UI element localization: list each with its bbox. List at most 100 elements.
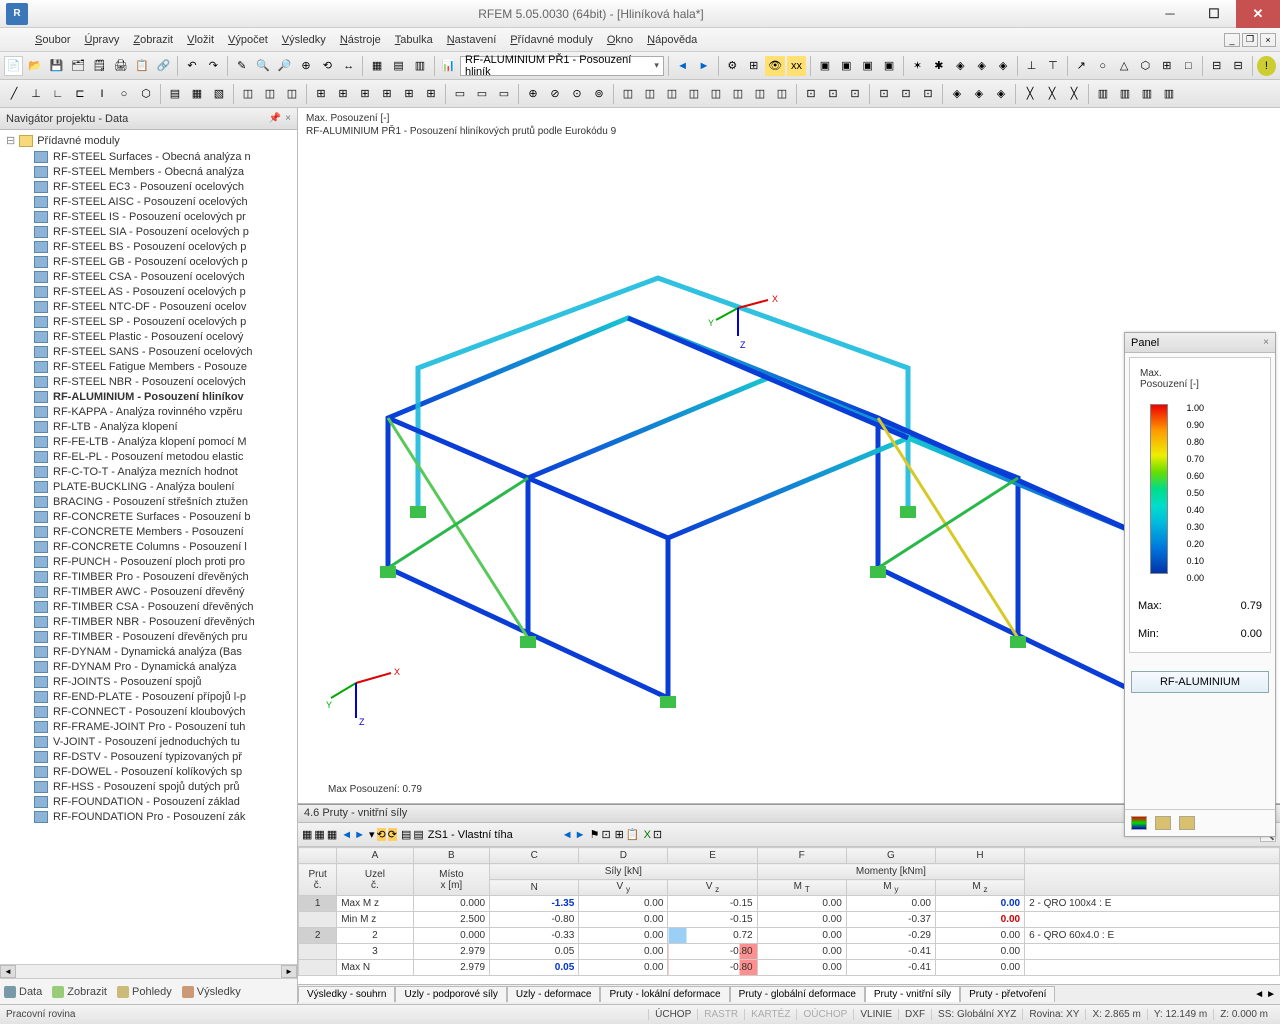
- module-item[interactable]: RF-FOUNDATION - Posouzení základ: [6, 794, 297, 809]
- module-item[interactable]: RF-PUNCH - Posouzení ploch proti pro: [6, 554, 297, 569]
- module-item[interactable]: RF-EL-PL - Posouzení metodou elastic: [6, 449, 297, 464]
- menu-vložit[interactable]: Vložit: [180, 31, 221, 49]
- nav-tab-vysledky[interactable]: Výsledky: [182, 986, 241, 998]
- module-item[interactable]: RF-CONCRETE Columns - Posouzení l: [6, 539, 297, 554]
- panel-icon[interactable]: [1155, 816, 1171, 830]
- tool-icon[interactable]: ⟲: [318, 56, 337, 76]
- prev-icon[interactable]: ◄: [673, 56, 692, 76]
- mdi-restore[interactable]: ❐: [1242, 33, 1258, 47]
- nav-tab-data[interactable]: Data: [4, 986, 42, 998]
- tool-icon[interactable]: ◫: [684, 84, 704, 104]
- tool-icon[interactable]: ⊡: [874, 84, 894, 104]
- tool-icon[interactable]: ⊟: [1228, 56, 1247, 76]
- tool-icon[interactable]: ⬡: [136, 84, 156, 104]
- loadcase-selector[interactable]: ZS1 - Vlastní tíha: [428, 829, 558, 841]
- tool-icon[interactable]: ▤: [389, 56, 408, 76]
- tool-icon[interactable]: ✶: [908, 56, 927, 76]
- module-item[interactable]: RF-TIMBER CSA - Posouzení dřevěných: [6, 599, 297, 614]
- status-toggle[interactable]: ÚCHOP: [648, 1009, 697, 1020]
- tool-icon[interactable]: ⊏: [70, 84, 90, 104]
- tool-icon[interactable]: ↔: [339, 56, 358, 76]
- module-item[interactable]: RF-STEEL NTC-DF - Posouzení ocelov: [6, 299, 297, 314]
- tool-icon[interactable]: ◫: [618, 84, 638, 104]
- menu-výsledky[interactable]: Výsledky: [275, 31, 333, 49]
- nav-close-icon[interactable]: ×: [285, 113, 291, 124]
- results-grid[interactable]: ABCDEFGHPrutč.Uzelč.Místox [m]Síly [kN]M…: [298, 847, 1280, 984]
- tool-icon[interactable]: ◫: [750, 84, 770, 104]
- module-item[interactable]: V-JOINT - Posouzení jednoduchých tu: [6, 734, 297, 749]
- tool-icon[interactable]: ∟: [48, 84, 68, 104]
- tool-icon[interactable]: ⊕: [523, 84, 543, 104]
- tool-icon[interactable]: xx: [787, 56, 806, 76]
- module-item[interactable]: RF-TIMBER NBR - Posouzení dřevěných: [6, 614, 297, 629]
- tool-icon[interactable]: ▣: [879, 56, 898, 76]
- module-item[interactable]: RF-CONCRETE Surfaces - Posouzení b: [6, 509, 297, 524]
- tool-icon[interactable]: ⊞: [1157, 56, 1176, 76]
- panel-icon[interactable]: [1131, 816, 1147, 830]
- tab-scroll-left[interactable]: ◄: [1254, 989, 1264, 1000]
- nav-h-scrollbar[interactable]: ◄►: [0, 964, 297, 978]
- tool-icon[interactable]: 📋: [132, 56, 151, 76]
- tool-icon[interactable]: ◫: [260, 84, 280, 104]
- tool-icon[interactable]: ▧: [209, 84, 229, 104]
- help-icon[interactable]: !: [1257, 56, 1276, 76]
- tool-icon[interactable]: ⊞: [355, 84, 375, 104]
- tool-icon[interactable]: ◈: [947, 84, 967, 104]
- tool-icon[interactable]: ⊞: [421, 84, 441, 104]
- module-item[interactable]: RF-STEEL SP - Posouzení ocelových p: [6, 314, 297, 329]
- tool-icon[interactable]: ⚙: [723, 56, 742, 76]
- tool-icon[interactable]: ⊥: [1022, 56, 1041, 76]
- tool-icon[interactable]: ▤: [165, 84, 185, 104]
- tool-icon[interactable]: ⊞: [333, 84, 353, 104]
- tool-icon[interactable]: ▥: [1137, 84, 1157, 104]
- module-item[interactable]: RF-STEEL SANS - Posouzení ocelových: [6, 344, 297, 359]
- prev-icon[interactable]: ◄: [562, 829, 573, 841]
- module-item[interactable]: RF-DYNAM Pro - Dynamická analýza: [6, 659, 297, 674]
- module-item[interactable]: RF-DYNAM - Dynamická analýza (Bas: [6, 644, 297, 659]
- status-toggle[interactable]: RASTR: [697, 1009, 744, 1020]
- tool-icon[interactable]: ▦: [314, 828, 324, 841]
- tool-icon[interactable]: ⊡: [918, 84, 938, 104]
- tool-icon[interactable]: ▣: [837, 56, 856, 76]
- redo-icon[interactable]: ↷: [204, 56, 223, 76]
- module-item[interactable]: RF-HSS - Posouzení spojů dutých prů: [6, 779, 297, 794]
- tool-icon[interactable]: ◈: [969, 84, 989, 104]
- tab-scroll-right[interactable]: ►: [1266, 989, 1276, 1000]
- table-tab[interactable]: Pruty - globální deformace: [730, 986, 865, 1002]
- panel-icon[interactable]: [1179, 816, 1195, 830]
- menu-tabulka[interactable]: Tabulka: [388, 31, 440, 49]
- tool-icon[interactable]: ▭: [494, 84, 514, 104]
- tool-icon[interactable]: ⊞: [311, 84, 331, 104]
- module-item[interactable]: RF-STEEL BS - Posouzení ocelových p: [6, 239, 297, 254]
- new-icon[interactable]: 📄: [4, 56, 23, 76]
- module-item[interactable]: RF-STEEL CSA - Posouzení ocelových: [6, 269, 297, 284]
- table-tab[interactable]: Uzly - podporové síly: [395, 986, 506, 1002]
- tree-root[interactable]: ⊟ Přídavné moduly: [6, 132, 297, 149]
- table-tab[interactable]: Výsledky - souhrn: [298, 986, 395, 1002]
- tool-icon[interactable]: ⊡: [801, 84, 821, 104]
- panel-header[interactable]: Panel×: [1125, 333, 1275, 353]
- tool-icon[interactable]: ▦: [187, 84, 207, 104]
- module-item[interactable]: RF-CONCRETE Members - Posouzení: [6, 524, 297, 539]
- module-item[interactable]: RF-ALUMINIUM - Posouzení hliníkov: [6, 389, 297, 404]
- table-tab[interactable]: Pruty - lokální deformace: [600, 986, 729, 1002]
- status-toggle[interactable]: VLINIE: [853, 1009, 898, 1020]
- tool-icon[interactable]: ⊥: [26, 84, 46, 104]
- tool-icon[interactable]: ◫: [238, 84, 258, 104]
- tool-icon[interactable]: ⊚: [589, 84, 609, 104]
- module-item[interactable]: RF-STEEL NBR - Posouzení ocelových: [6, 374, 297, 389]
- module-item[interactable]: RF-JOINTS - Posouzení spojů: [6, 674, 297, 689]
- tool-icon[interactable]: ╳: [1042, 84, 1062, 104]
- tool-icon[interactable]: 🔎: [275, 56, 294, 76]
- minimize-button[interactable]: ─: [1148, 0, 1192, 28]
- open-icon[interactable]: 📂: [25, 56, 44, 76]
- tool-icon[interactable]: I: [92, 84, 112, 104]
- nav-tab-pohledy[interactable]: Pohledy: [117, 986, 172, 998]
- table-tab[interactable]: Uzly - deformace: [507, 986, 601, 1002]
- tool-icon[interactable]: ◫: [772, 84, 792, 104]
- tool-icon[interactable]: ⊡: [823, 84, 843, 104]
- next-icon[interactable]: ►: [694, 56, 713, 76]
- tool-icon[interactable]: ⬡: [1136, 56, 1155, 76]
- table-tab[interactable]: Pruty - přetvoření: [960, 986, 1055, 1002]
- module-item[interactable]: RF-STEEL Surfaces - Obecná analýza n: [6, 149, 297, 164]
